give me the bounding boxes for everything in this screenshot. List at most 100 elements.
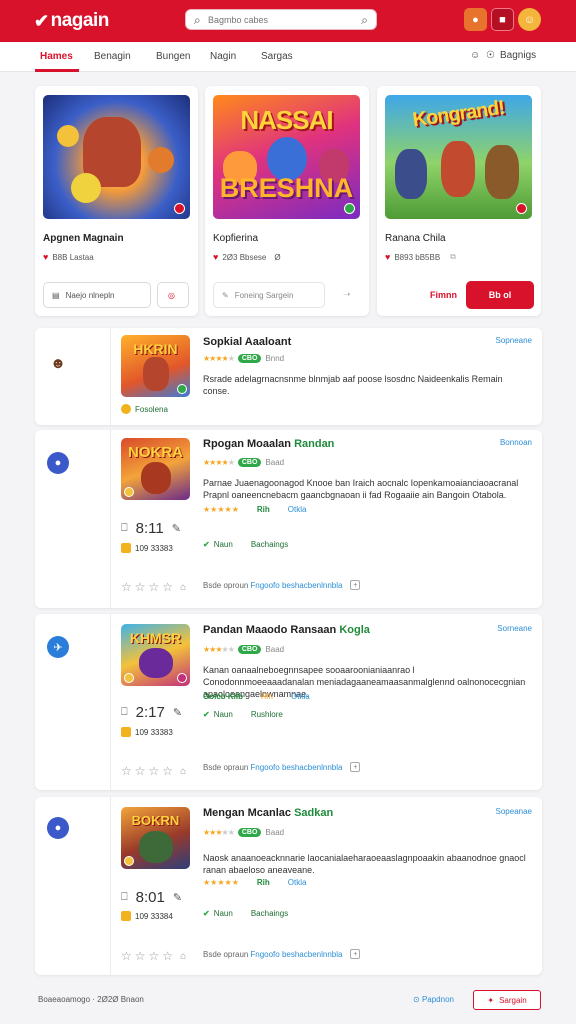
featured-title: Ranana Chila [385,233,446,244]
heart-icon[interactable]: ♥ [213,252,218,262]
delete-icon[interactable]: ⌂ [180,951,186,962]
bookmark-icon[interactable]: ⎕ [121,522,128,535]
star-icon[interactable]: ☆ [135,580,146,594]
featured-action-button[interactable]: ✎ Foneing Sargein [213,282,325,308]
edit-icon[interactable]: ✎ [172,522,181,535]
game-avatar[interactable]: ☻ [47,352,69,374]
featured-card-3[interactable]: Kongrand! Ranana Chila ♥ B893 bB5BB ⧉ Fi… [377,86,541,316]
delete-icon[interactable]: ⌂ [180,582,186,593]
forward-icon[interactable]: ➝ [343,289,351,300]
featured-text-link[interactable]: Fimnn [430,290,457,300]
featured-card-2[interactable]: NASSAI BRESHNA Kopfierina ♥ 2Ø3 Bbsese Ø… [205,86,369,316]
check-link[interactable]: Rushlore [251,710,283,719]
thumb-badge [177,673,187,683]
delete-icon[interactable]: ⌂ [180,766,186,777]
more-link[interactable]: Bonnoan [500,438,532,447]
cart-button[interactable]: ■ [491,8,514,31]
list-item[interactable]: ● NOKRA ⎕ 8:11 ✎ 109 33383 ☆ ☆ ☆ ☆ ⌂ Rpogan… [35,430,542,608]
footer-link[interactable]: Fngoofo beshacbenlnnbla [250,763,342,772]
game-thumbnail[interactable]: KHMSR [121,624,190,686]
search-input[interactable] [208,13,348,27]
notifications-button[interactable]: ● [464,8,487,31]
search-bar[interactable]: ⌕ ⌕ [185,9,377,30]
character-art [71,173,101,203]
check-link[interactable]: Bachaings [251,909,288,918]
avatar[interactable]: ☺ [518,8,541,31]
expand-icon[interactable]: + [350,949,361,959]
share-icon[interactable]: ⧉ [450,252,456,262]
featured-image-3[interactable]: Kongrand! [385,95,532,219]
game-thumbnail[interactable]: HKRIN [121,335,190,397]
tab-2[interactable]: Benagin [94,51,131,62]
featured-card-1[interactable]: Apgnen Magnain ♥ B8B Lastaa ▤ Naejo nlne… [35,86,198,316]
edit-icon[interactable]: ✎ [173,891,182,904]
game-name[interactable]: Sopkial Aaaloant [203,336,291,348]
star-icon[interactable]: ☆ [162,580,173,594]
expand-icon[interactable]: + [350,762,361,772]
edit-icon[interactable]: ✎ [173,706,182,719]
list-item[interactable]: ● BOKRN ⎕ 8:01 ✎ 109 33384 ☆ ☆ ☆ ☆ ⌂ Mengan… [35,797,542,975]
tag-link[interactable]: Otkla [288,878,307,887]
star-icon[interactable]: ☆ [149,949,160,963]
game-thumbnail[interactable]: NOKRA [121,438,190,500]
tag-link[interactable]: Otkla [291,692,310,701]
footer-link[interactable]: Fngoofo beshacbenlnnbla [250,581,342,590]
star-icon[interactable]: ☆ [162,764,173,778]
tab-3[interactable]: Bungen [156,51,190,62]
settings-icon[interactable]: ☺ [470,50,480,61]
user-rating[interactable]: ☆ ☆ ☆ ☆ ⌂ [121,580,186,594]
star-icon[interactable]: ☆ [149,580,160,594]
more-link[interactable]: Sopneane [496,336,532,345]
game-name[interactable]: Rpogan Moaalan Randan [203,438,334,450]
more-link[interactable]: Sorneane [497,624,532,633]
gamepad-icon: ✈ [53,641,63,654]
list-item[interactable]: ✈ KHMSR ⎕ 2:17 ✎ 109 33383 ☆ ☆ ☆ ☆ ⌂ Pandan… [35,614,542,790]
bookmark-icon[interactable]: ⎕ [121,706,128,719]
rating-pill: CBO [237,354,262,363]
footer-link[interactable]: ⊙ Papdnon [413,995,454,1004]
featured-action-button[interactable]: ▤ Naejo nlnepln [43,282,151,308]
top-bar: ✔ nagain ⌕ ⌕ ● ■ ☺ [0,0,576,42]
star-icon[interactable]: ☆ [149,764,160,778]
rating-pill: CBO [237,828,262,837]
featured-image-2[interactable]: NASSAI BRESHNA [213,95,360,219]
logo-check-icon: ✔ [34,10,49,31]
game-avatar[interactable]: ✈ [47,636,69,658]
list-item[interactable]: ☻ HKRIN Fosolena Sopkial Aaaloant Sopnea… [35,328,542,425]
settings-link[interactable]: Bagnigs [500,50,536,61]
star-icon[interactable]: ☆ [121,949,132,963]
star-icon[interactable]: ☆ [162,949,173,963]
active-tab-indicator [35,69,79,72]
heart-icon[interactable]: ♥ [385,252,390,262]
featured-chat-button[interactable]: ◎ [157,282,189,308]
search-submit-icon[interactable]: ⌕ [361,13,368,28]
game-avatar[interactable]: ● [47,817,69,839]
game-thumbnail[interactable]: BOKRN [121,807,190,869]
footer-button[interactable]: ✦ Sargain [473,990,541,1010]
user-rating[interactable]: ☆ ☆ ☆ ☆ ⌂ [121,764,186,778]
info-icon[interactable]: ☉ [486,50,495,61]
star-icon[interactable]: ☆ [121,764,132,778]
check-icon: ✔ [203,540,210,549]
featured-primary-button[interactable]: Bb ol [466,281,534,309]
heart-icon[interactable]: ♥ [43,252,48,262]
featured-image-1[interactable] [43,95,190,219]
game-name[interactable]: Pandan Maaodo Ransaan Kogla [203,624,370,636]
user-rating[interactable]: ☆ ☆ ☆ ☆ ⌂ [121,949,186,963]
more-link[interactable]: Sopeanae [496,807,532,816]
bookmark-icon[interactable]: ⎕ [121,891,128,904]
logo[interactable]: ✔ nagain [34,10,109,32]
game-avatar[interactable]: ● [47,452,69,474]
tab-4[interactable]: Nagin [210,51,236,62]
star-icon[interactable]: ☆ [135,949,146,963]
expand-icon[interactable]: + [350,580,361,590]
tab-home[interactable]: Hames [40,51,73,62]
check-link[interactable]: Bachaings [251,540,288,549]
star-icon[interactable]: ☆ [121,580,132,594]
tab-5[interactable]: Sargas [261,51,293,62]
game-name[interactable]: Mengan Mcanlac Sadkan [203,807,333,819]
footer-link[interactable]: Fngoofo beshacbenlnnbla [250,950,342,959]
tag-link[interactable]: Otkla [288,505,307,514]
star-icon[interactable]: ☆ [135,764,146,778]
copyright: Boaeaoamogo · 2Ø2Ø Bnaon [38,995,144,1004]
